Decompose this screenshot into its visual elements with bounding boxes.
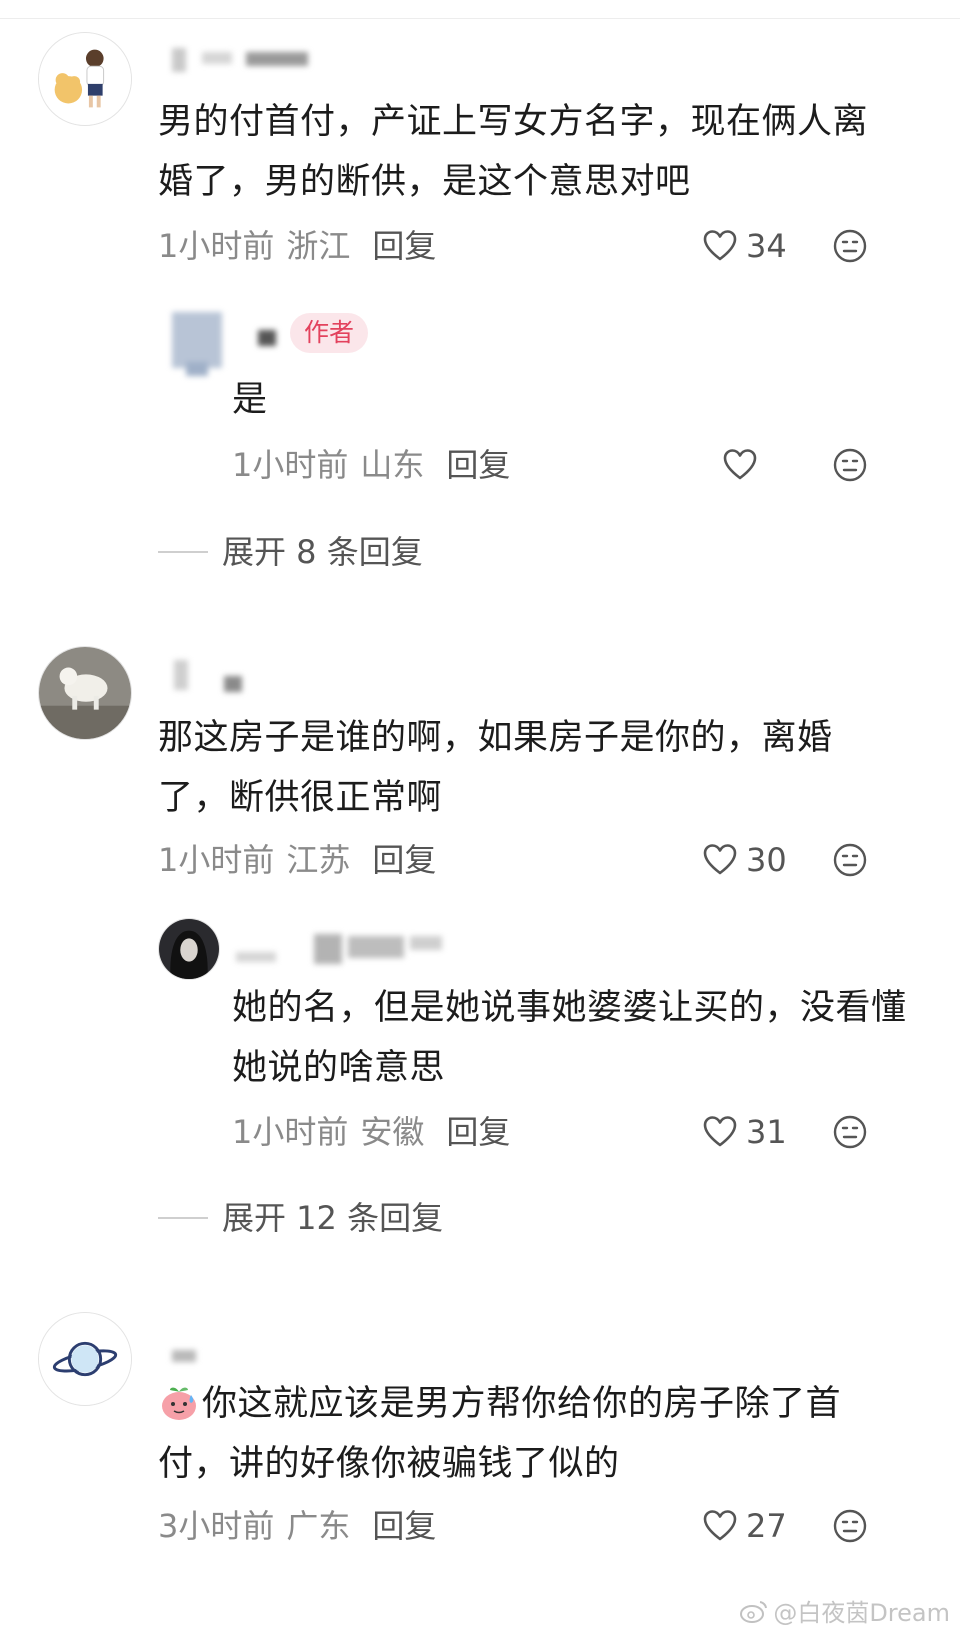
reply-text: 是 <box>232 380 268 420</box>
weibo-logo-icon <box>740 1600 768 1623</box>
comment-meta: 1小时前 浙江 回复 <box>158 226 436 266</box>
expand-replies-button[interactable]: 展开 8 条回复 <box>158 532 423 572</box>
username-redacted[interactable] <box>166 1344 206 1368</box>
reply-avatar[interactable] <box>158 918 220 980</box>
planet-avatar-icon <box>39 1313 131 1405</box>
meh-face-icon <box>833 1115 867 1149</box>
heart-icon <box>703 230 737 261</box>
reply-button[interactable]: 回复 <box>372 227 436 265</box>
expand-replies-label: 展开 8 条回复 <box>222 533 423 571</box>
like-button[interactable]: 31 <box>702 1112 787 1152</box>
heart-icon <box>703 844 737 875</box>
dislike-button[interactable] <box>832 1508 868 1544</box>
reply-meta: 1小时前 山东 回复 <box>232 445 510 485</box>
reply-meta: 1小时前 安徽 回复 <box>232 1112 510 1152</box>
heart-icon <box>703 1510 737 1541</box>
white-dog-photo-avatar-icon <box>39 647 131 739</box>
expand-replies-button[interactable]: 展开 12 条回复 <box>158 1198 443 1238</box>
comment-text-body: 你这就应该是男方帮你给你的房子除了首付，讲的好像你被骗钱了似的 <box>158 1384 842 1484</box>
watermark: @白夜茵Dream <box>739 1593 950 1628</box>
comment-meta: 3小时前 广东 回复 <box>158 1506 436 1546</box>
region: 广东 <box>286 1507 351 1545</box>
meh-face-icon <box>833 1509 867 1543</box>
reply-username-redacted[interactable] <box>252 326 282 352</box>
reply-avatar-redacted[interactable] <box>166 308 230 380</box>
timestamp: 1小时前 <box>158 227 275 265</box>
reply-username-redacted[interactable] <box>232 930 446 970</box>
reply-button[interactable]: 回复 <box>446 1113 510 1151</box>
like-count: 31 <box>746 1113 787 1151</box>
avatar[interactable] <box>38 646 132 740</box>
avatar[interactable] <box>38 32 132 126</box>
username-redacted[interactable] <box>172 40 312 76</box>
comment-text: 你这就应该是男方帮你给你的房子除了首付，讲的好像你被骗钱了似的 <box>158 1374 888 1494</box>
comment-text: 男的付首付，产证上写女方名字，现在俩人离婚了，男的断供，是这个意思对吧 <box>158 102 869 202</box>
region: 浙江 <box>286 227 351 265</box>
comment-text: 那这房子是谁的啊，如果房子是你的，离婚了，断供很正常啊 <box>158 718 833 818</box>
dislike-button[interactable] <box>832 1114 868 1150</box>
dark-hair-portrait-avatar-icon <box>159 919 219 979</box>
region: 山东 <box>360 446 425 484</box>
heart-icon <box>703 1116 737 1147</box>
timestamp: 1小时前 <box>232 446 349 484</box>
dislike-button[interactable] <box>832 228 868 264</box>
timestamp: 1小时前 <box>158 841 275 879</box>
avatar[interactable] <box>38 1312 132 1406</box>
reply-text: 她的名，但是她说事她婆婆让买的，没看懂她说的啥意思 <box>232 988 907 1088</box>
like-button[interactable]: 27 <box>702 1506 787 1546</box>
comment-meta: 1小时前 江苏 回复 <box>158 840 436 880</box>
top-divider <box>0 18 960 19</box>
region: 江苏 <box>286 841 351 879</box>
reply-button[interactable]: 回复 <box>372 841 436 879</box>
boy-with-dog-avatar-icon <box>39 33 131 125</box>
like-button[interactable]: 30 <box>702 840 787 880</box>
reply-button[interactable]: 回复 <box>446 446 510 484</box>
like-count: 34 <box>746 227 787 265</box>
timestamp: 3小时前 <box>158 1507 275 1545</box>
author-badge: 作者 <box>290 313 369 353</box>
divider-dash <box>158 551 208 553</box>
username-redacted[interactable] <box>170 656 250 696</box>
divider-dash <box>158 1217 208 1219</box>
expand-replies-label: 展开 12 条回复 <box>222 1199 444 1237</box>
dislike-button[interactable] <box>832 842 868 878</box>
heart-icon <box>723 449 757 480</box>
reply-button[interactable]: 回复 <box>372 1507 436 1545</box>
watermark-text: @白夜茵Dream <box>773 1599 950 1627</box>
like-count: 27 <box>746 1507 787 1545</box>
timestamp: 1小时前 <box>232 1113 349 1151</box>
like-count: 30 <box>746 841 787 879</box>
peach-emoji-icon <box>162 1387 196 1420</box>
dislike-button[interactable] <box>832 447 868 483</box>
like-button[interactable] <box>722 445 758 485</box>
meh-face-icon <box>833 229 867 263</box>
like-button[interactable]: 34 <box>702 226 787 266</box>
meh-face-icon <box>833 448 867 482</box>
region: 安徽 <box>360 1113 425 1151</box>
meh-face-icon <box>833 843 867 877</box>
